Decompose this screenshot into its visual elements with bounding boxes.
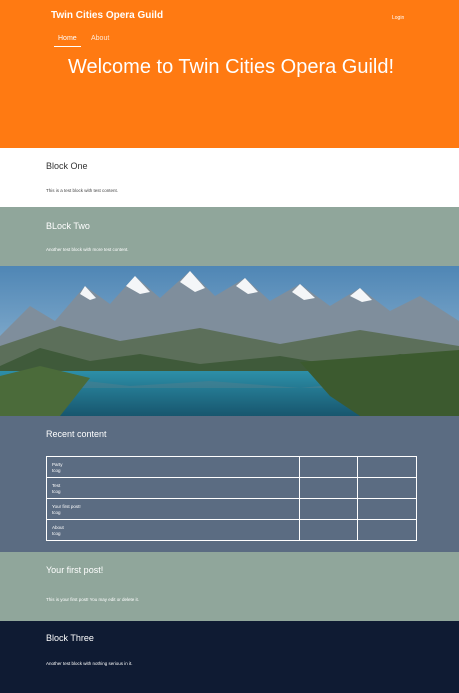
recent-content-section: Recent content Party tcog Test tcog Your…	[0, 416, 459, 552]
table-row: Your first post! tcog	[45, 498, 417, 520]
table-cell	[357, 456, 417, 478]
post-author: tcog	[52, 467, 61, 473]
post-title-link[interactable]: About	[52, 525, 64, 530]
recent-content-title: Recent content	[46, 429, 107, 439]
block-one-section: Block One This is a test block with test…	[0, 148, 459, 207]
table-cell: Party tcog	[45, 456, 301, 478]
table-cell	[357, 498, 417, 520]
block-two-section: BLock Two Another test block with more t…	[0, 207, 459, 266]
mountain-lake-image	[0, 266, 459, 416]
table-row: Party tcog	[45, 456, 417, 478]
tab-about[interactable]: About	[87, 35, 113, 47]
table-cell	[357, 519, 417, 541]
first-post-section: Your first post! This is your first post…	[0, 552, 459, 621]
block-one-title: Block One	[46, 161, 88, 171]
table-cell: Your first post! tcog	[45, 498, 301, 520]
tab-home[interactable]: Home	[54, 35, 81, 47]
post-author: tcog	[52, 509, 61, 515]
login-link[interactable]: Login	[392, 15, 404, 21]
recent-content-table: Party tcog Test tcog Your first post! tc…	[45, 456, 417, 541]
block-one-text: This is a test block with test content.	[46, 188, 119, 193]
first-post-title[interactable]: Your first post!	[46, 565, 103, 575]
site-header: Twin Cities Opera Guild Login Home About…	[0, 0, 459, 148]
table-cell	[299, 498, 359, 520]
block-three-section: Block Three Another test block with noth…	[0, 621, 459, 693]
table-cell	[299, 477, 359, 499]
post-title-link[interactable]: Your first post!	[52, 504, 81, 509]
hero-title: Welcome to Twin Cities Opera Guild!	[67, 56, 395, 78]
first-post-text: This is your first post! You may edit or…	[46, 597, 140, 602]
table-row: Test tcog	[45, 477, 417, 499]
block-three-title: Block Three	[46, 633, 94, 643]
post-author: tcog	[52, 488, 61, 494]
block-two-text: Another test block with more test conten…	[46, 247, 129, 252]
block-two-title: BLock Two	[46, 221, 90, 231]
table-cell: Test tcog	[45, 477, 301, 499]
post-title-link[interactable]: Test	[52, 483, 60, 488]
site-name-link[interactable]: Twin Cities Opera Guild	[51, 10, 163, 21]
table-cell	[357, 477, 417, 499]
table-row: About tcog	[45, 519, 417, 541]
post-title-link[interactable]: Party	[52, 462, 63, 467]
table-cell: About tcog	[45, 519, 301, 541]
mountain-lake-illustration	[0, 266, 459, 416]
block-three-text: Another test block with nothing serious …	[46, 661, 133, 666]
post-author: tcog	[52, 530, 61, 536]
table-cell	[299, 519, 359, 541]
table-cell	[299, 456, 359, 478]
